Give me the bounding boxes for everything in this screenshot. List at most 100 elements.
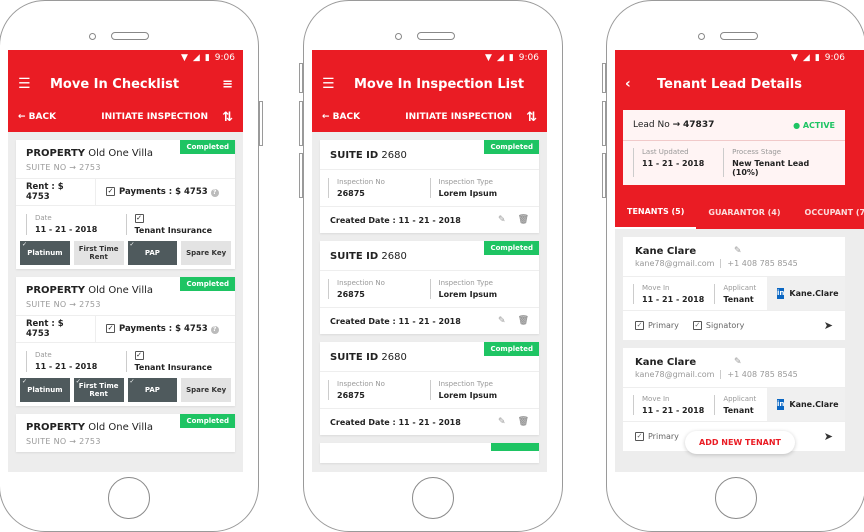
tenant-insurance: Tenant Insurance <box>134 363 213 372</box>
send-icon[interactable]: ➤ <box>824 430 833 443</box>
primary-label: Primary <box>648 432 679 441</box>
inspection-card[interactable]: Completed SUITE ID 2680 Inspection No 268… <box>320 241 539 334</box>
camera <box>698 33 705 40</box>
speaker <box>417 32 455 40</box>
side-button <box>602 63 606 93</box>
linkedin-link[interactable]: in Kane.Clare <box>767 277 845 310</box>
battery-icon: ▮ <box>204 53 210 63</box>
created-date: Created Date : 11 - 21 - 2018 <box>330 215 461 225</box>
checklist-card[interactable]: Completed PROPERTY Old One Villa SUITE N… <box>16 140 235 269</box>
menu-icon[interactable]: ☰ <box>322 76 336 92</box>
tag-first-time-rent[interactable]: First Time Rent <box>73 378 124 402</box>
tag-pap[interactable]: PAP <box>127 378 178 402</box>
signatory-label: Signatory <box>705 321 745 330</box>
tag-spare-key[interactable]: Spare Key <box>181 378 231 402</box>
back-button[interactable]: ← BACK <box>322 112 360 122</box>
clock: 9:06 <box>824 53 845 63</box>
home-button[interactable] <box>715 477 757 519</box>
primary-checkbox[interactable]: ✓ <box>635 432 644 441</box>
help-icon[interactable]: ? <box>210 326 219 334</box>
filter-icon[interactable]: ≡ <box>222 77 233 92</box>
edit-icon[interactable]: ✎ <box>498 417 506 427</box>
created-date: Created Date : 11 - 21 - 2018 <box>330 417 461 427</box>
tag-spare-key[interactable]: Spare Key <box>181 241 231 265</box>
side-button <box>259 101 263 146</box>
tag-pap[interactable]: PAP <box>127 241 178 265</box>
edit-icon[interactable]: ✎ <box>734 246 833 257</box>
payments: Payments : $ 4753 <box>119 324 208 334</box>
signal-icon: ◢ <box>192 53 200 63</box>
sort-icon[interactable]: ⇅ <box>526 110 537 125</box>
tag-platinum[interactable]: Platinum <box>20 378 70 402</box>
lead-no: 47837 <box>683 120 715 130</box>
add-new-tenant-button[interactable]: ADD NEW TENANT <box>685 431 795 454</box>
status-badge: Completed <box>180 140 235 154</box>
payments-checkbox[interactable]: ✓ <box>106 187 115 196</box>
applicant-type: Tenant <box>723 294 754 304</box>
inspection-card[interactable]: Completed SUITE ID 2680 Inspection No 268… <box>320 140 539 233</box>
status-badge: Completed <box>180 277 235 291</box>
delete-icon[interactable]: 🗑 <box>518 417 529 427</box>
tenant-email[interactable]: kane78@gmail.com <box>635 259 714 268</box>
insurance-checkbox[interactable]: ✓ <box>134 214 144 223</box>
tenant-email[interactable]: kane78@gmail.com <box>635 370 714 379</box>
suite-id: 2680 <box>381 251 407 262</box>
side-button <box>299 63 303 93</box>
linkedin-link[interactable]: in Kane.Clare <box>767 388 845 421</box>
status-bar: ▼ ◢ ▮ 9:06 <box>8 50 243 66</box>
delete-icon[interactable]: 🗑 <box>518 316 529 326</box>
process-stage-label: Process Stage <box>732 148 782 156</box>
inspection-no: 26875 <box>337 189 365 198</box>
insurance-checkbox[interactable]: ✓ <box>134 351 144 360</box>
suite-id-label: SUITE ID <box>330 352 379 363</box>
payments-checkbox[interactable]: ✓ <box>106 324 115 333</box>
edit-icon[interactable]: ✎ <box>498 215 506 225</box>
tenant-phone[interactable]: +1 408 785 8545 <box>727 259 797 268</box>
home-button[interactable] <box>108 477 150 519</box>
property-name: Old One Villa <box>88 148 154 159</box>
edit-icon[interactable]: ✎ <box>498 316 506 326</box>
inspection-card[interactable]: Completed SUITE ID 2680 Inspection No 268… <box>320 342 539 435</box>
suite-id-label: SUITE ID <box>330 251 379 262</box>
suite-no: SUITE NO → 2753 <box>26 437 101 446</box>
page-title: Tenant Lead Details <box>657 76 802 92</box>
tenant-name: Kane Clare <box>635 246 697 257</box>
sort-icon[interactable]: ⇅ <box>222 110 233 125</box>
tag-platinum[interactable]: Platinum <box>20 241 70 265</box>
home-button[interactable] <box>412 477 454 519</box>
lead-no-label: Lead No <box>633 120 670 130</box>
back-button[interactable]: ← BACK <box>18 112 56 122</box>
checklist-card[interactable]: Completed PROPERTY Old One Villa SUITE N… <box>16 277 235 406</box>
initiate-inspection-button[interactable]: INITIATE INSPECTION <box>360 112 512 122</box>
camera <box>89 33 96 40</box>
tenant-name: Kane Clare <box>635 357 697 368</box>
help-icon[interactable]: ? <box>210 189 219 197</box>
inspection-no: 26875 <box>337 290 365 299</box>
checklist-card[interactable]: Completed PROPERTY Old One Villa SUITE N… <box>16 414 235 452</box>
primary-checkbox[interactable]: ✓ <box>635 321 644 330</box>
initiate-inspection-button[interactable]: INITIATE INSPECTION <box>56 112 208 122</box>
inspection-no-label: Inspection No <box>337 178 385 186</box>
move-in-label: Move In <box>642 283 670 292</box>
status-bar: ▼ ◢ ▮ 9:06 <box>312 50 547 66</box>
delete-icon[interactable]: 🗑 <box>518 215 529 225</box>
tenant-card[interactable]: Kane Clare ✎ kane78@gmail.com +1 408 785 8… <box>623 237 845 340</box>
edit-icon[interactable]: ✎ <box>734 357 833 368</box>
inspection-screen: ▼ ◢ ▮ 9:06 ☰ Move In Inspection List ← BACK I… <box>312 50 547 472</box>
tag-first-time-rent[interactable]: First Time Rent <box>73 241 124 265</box>
inspection-card[interactable] <box>320 443 539 463</box>
tab-guarantor[interactable]: GUARANTOR (4) <box>696 195 792 229</box>
phone-frame-checklist: ▼ ◢ ▮ 9:06 ☰ Move In Checklist ≡ ← BACK INITIA… <box>0 0 263 532</box>
tab-occupant[interactable]: OCCUPANT (7) <box>793 195 864 229</box>
side-button <box>299 101 303 146</box>
send-icon[interactable]: ➤ <box>824 319 833 332</box>
lead-summary: Lead No → 47837 ● ACTIVE Last Updated 11 -… <box>623 110 845 185</box>
primary-label: Primary <box>648 321 679 330</box>
signatory-checkbox[interactable]: ✓ <box>692 321 702 330</box>
checklist-screen: ▼ ◢ ▮ 9:06 ☰ Move In Checklist ≡ ← BACK INITIA… <box>8 50 243 472</box>
menu-icon[interactable]: ☰ <box>18 76 32 92</box>
inspection-type: Lorem Ipsum <box>438 290 498 299</box>
tenant-phone[interactable]: +1 408 785 8545 <box>727 370 797 379</box>
tab-tenants[interactable]: TENANTS (5) <box>615 195 697 229</box>
back-chevron-icon[interactable]: ‹ <box>625 76 639 92</box>
